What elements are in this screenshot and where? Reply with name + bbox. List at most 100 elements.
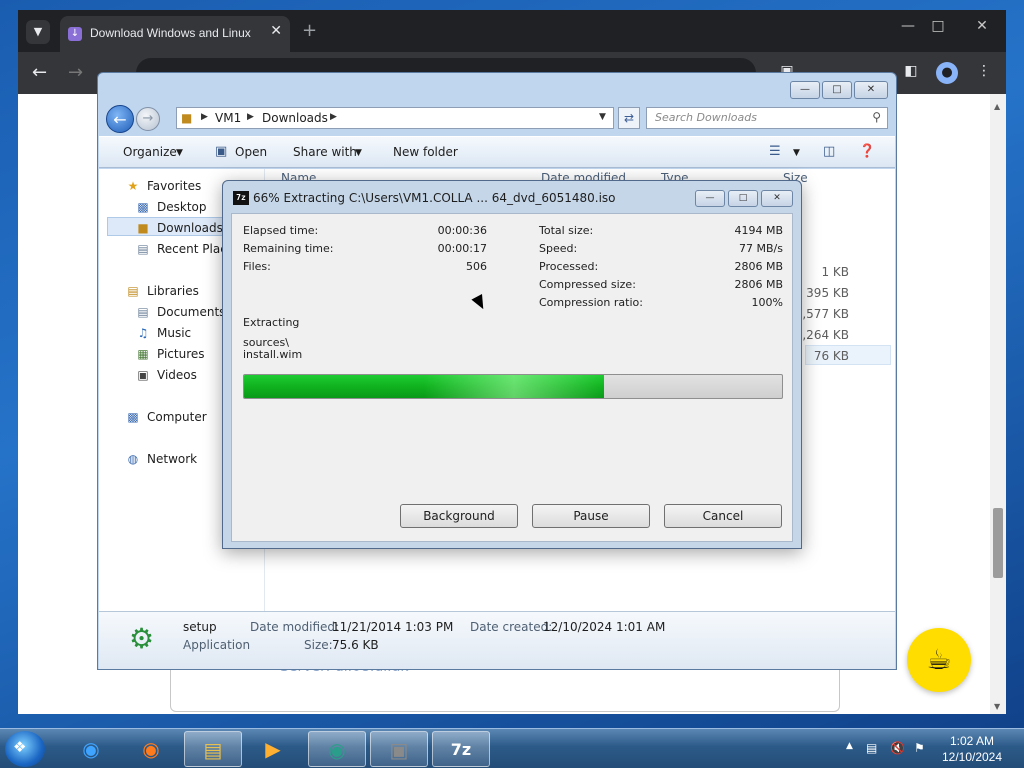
breadcrumb-vm1[interactable]: VM1 [215,111,241,125]
details-date-modified-label: Date modified: [250,620,340,634]
maximize-icon[interactable]: □ [924,18,952,40]
chevron-down-icon[interactable]: ▼ [176,148,183,158]
nav-item-documents[interactable]: ▤ Documents [135,305,225,325]
details-pane: ⚙ setup Application Date modified: 11/21… [99,611,895,669]
clock-date: 12/10/2024 [941,750,1003,764]
refresh-icon[interactable]: ⇄ [618,107,640,129]
dialog-maximize-icon[interactable]: □ [728,190,758,207]
address-dropdown-icon[interactable]: ▼ [599,112,606,122]
side-panel-icon[interactable]: ◧ [902,63,920,81]
close-icon[interactable]: ✕ [968,18,996,40]
chevron-down-icon[interactable]: ▼ [793,148,800,158]
preview-pane-icon[interactable]: ◫ [823,144,835,159]
documents-icon: ▤ [137,305,149,319]
recent-places-icon: ▤ [137,242,149,256]
cancel-button[interactable]: Cancel [664,504,782,528]
share-with-button[interactable]: Share with [293,145,357,159]
search-icon[interactable]: ⚲ [872,110,881,124]
details-size-label: Size: [304,638,333,652]
file-explorer-icon[interactable]: ▤ [184,731,242,767]
explorer-search-input[interactable]: Search Downloads ⚲ [646,107,888,129]
pause-button[interactable]: Pause [532,504,650,528]
command-bar: Organize ▼ ▣ Open Share with ▼ New folde… [99,136,895,168]
nav-item-favorites[interactable]: ★ Favorites [125,179,202,199]
open-button[interactable]: Open [235,145,267,159]
system-clock[interactable]: 1:02 AM 12/10/2024 [940,733,1004,765]
scrollbar-thumb[interactable] [993,508,1003,578]
nav-item-libraries[interactable]: ▤ Libraries [125,284,199,304]
remaining-time-value: 00:00:17 [437,242,487,255]
tab-search-button[interactable]: ▼ [26,20,50,44]
total-size-label: Total size: [539,224,594,237]
network-icon: ◍ [127,452,139,466]
installer-icon[interactable]: ▣ [370,731,428,767]
files-label: Files: [243,260,271,273]
breadcrumb-chevron-icon[interactable]: ▶ [330,112,337,122]
breadcrumb-downloads[interactable]: Downloads [262,111,328,125]
breadcrumb-chevron-icon[interactable]: ▶ [201,112,208,122]
processed-value: 2806 MB [734,260,783,273]
app-icon[interactable]: ◉ [308,731,366,767]
nav-item-music[interactable]: ♫ Music [135,326,192,346]
internet-explorer-icon[interactable]: ◉ [62,731,120,767]
explorer-address-bar[interactable]: ■ ▶ VM1 ▶ Downloads ▶ ▼ [176,107,614,129]
back-arrow-icon[interactable]: ← [106,105,134,133]
compressed-size-label: Compressed size: [539,278,636,291]
nav-item-videos[interactable]: ▣ Videos [135,368,197,388]
compressed-size-value: 2806 MB [734,278,783,291]
star-icon: ★ [127,179,139,193]
scroll-up-icon[interactable]: ▲ [994,102,1000,111]
media-player-icon[interactable]: ▶ [244,731,302,767]
dialog-body: Elapsed time: 00:00:36 Remaining time: 0… [231,213,793,542]
dialog-title: 66% Extracting C:\Users\VM1.COLLA ... 64… [253,191,616,205]
explorer-close-icon[interactable]: ✕ [854,81,888,99]
speed-label: Speed: [539,242,578,255]
windows-logo-icon: ❖ [13,738,27,756]
7zip-taskbar-icon[interactable]: 7z [432,731,490,767]
tray-overflow-icon[interactable]: ▲ [846,741,853,751]
extraction-dialog: 7z 66% Extracting C:\Users\VM1.COLLA ...… [222,180,802,549]
nav-item-downloads[interactable]: ■ Downloads [135,221,223,241]
new-tab-button[interactable]: + [302,20,317,41]
nav-item-computer[interactable]: ▩ Computer [125,410,206,430]
details-size: 75.6 KB [332,638,379,652]
new-folder-button[interactable]: New folder [393,145,458,159]
details-date-modified: 11/21/2014 1:03 PM [332,620,454,634]
forward-arrow-icon[interactable]: → [136,107,160,131]
browser-tab[interactable]: ↓ Download Windows and Linux ✕ [60,16,290,52]
clock-time: 1:02 AM [949,734,995,748]
search-placeholder: Search Downloads [655,111,757,124]
menu-icon[interactable]: ⋮ [975,63,993,81]
action-center-flag-icon[interactable]: ⚑ [914,741,925,755]
coffee-cup-icon[interactable]: ☕ [907,628,971,692]
back-icon[interactable]: ← [32,62,47,83]
background-button[interactable]: Background [400,504,518,528]
nav-item-network[interactable]: ◍ Network [125,452,197,472]
minimize-icon[interactable]: — [894,18,922,40]
details-file-name: setup [183,620,217,634]
nav-item-desktop[interactable]: ▩ Desktop [135,200,206,220]
explorer-maximize-icon[interactable]: □ [822,81,852,99]
dialog-minimize-icon[interactable]: — [695,190,725,207]
organize-button[interactable]: Organize [123,145,177,159]
firefox-icon[interactable]: ◉ [122,731,180,767]
breadcrumb-chevron-icon[interactable]: ▶ [247,112,254,122]
nav-item-pictures[interactable]: ▦ Pictures [135,347,204,367]
scroll-down-icon[interactable]: ▼ [994,702,1000,711]
chevron-down-icon[interactable]: ▼ [355,148,362,158]
forward-icon[interactable]: → [68,62,83,83]
current-file: install.wim [243,348,303,361]
view-options-icon[interactable]: ☰ [769,144,781,159]
explorer-minimize-icon[interactable]: — [790,81,820,99]
pictures-icon: ▦ [137,347,149,361]
network-tray-icon[interactable]: ▤ [866,741,877,755]
help-icon[interactable]: ❓ [859,144,875,159]
total-size-value: 4194 MB [734,224,783,237]
tab-close-icon[interactable]: ✕ [270,23,282,39]
scrollbar[interactable] [990,94,1006,714]
profile-avatar-icon[interactable]: ● [936,62,958,84]
download-icon: ↓ [68,27,82,41]
dialog-close-icon[interactable]: ✕ [761,190,793,207]
elapsed-time-value: 00:00:36 [437,224,487,237]
volume-muted-icon[interactable]: 🔇 [890,741,905,755]
